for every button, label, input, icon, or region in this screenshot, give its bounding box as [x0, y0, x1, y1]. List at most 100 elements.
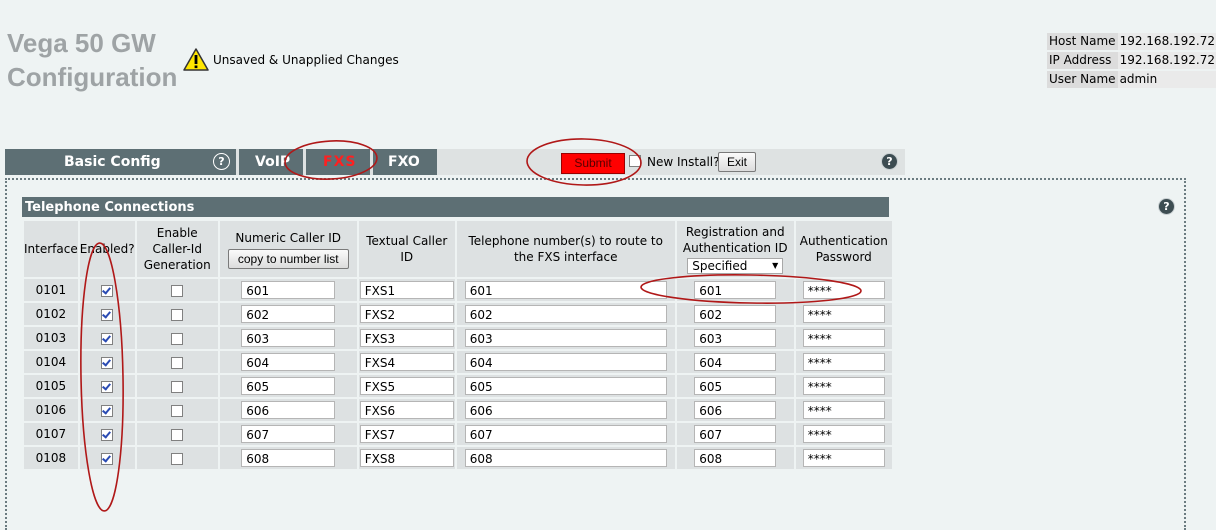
- enabled-checkbox[interactable]: [101, 428, 114, 441]
- tab-fxs-label: FXS: [323, 154, 357, 170]
- page-title: Vega 50 GW Configuration: [7, 28, 178, 92]
- textual-cid-cell: FXS8: [356, 445, 457, 471]
- numeric-caller-id-input[interactable]: 601: [241, 281, 336, 299]
- caller-id-generation-checkbox[interactable]: [171, 452, 184, 465]
- route-number-input[interactable]: 601: [464, 281, 667, 299]
- registration-id-input[interactable]: 602: [694, 305, 777, 323]
- numeric-caller-id-input[interactable]: 606: [241, 401, 336, 419]
- reg-auth-cell: 606: [674, 397, 796, 423]
- caller-id-generation-checkbox[interactable]: [171, 428, 184, 441]
- col-enable-cid: Enable Caller-Id Generation: [134, 219, 220, 279]
- numeric-caller-id-input[interactable]: 608: [241, 449, 336, 467]
- ip-address-value: 192.168.192.72: [1117, 52, 1216, 69]
- textual-caller-id-input[interactable]: FXS6: [359, 401, 454, 419]
- auth-password-input[interactable]: ****: [802, 281, 885, 299]
- col-numeric-cid-label: Numeric Caller ID: [235, 230, 342, 245]
- interface-cell: 0107: [22, 421, 80, 447]
- interface-cell: 0105: [22, 373, 80, 399]
- copy-to-number-list-button[interactable]: copy to number list: [227, 248, 349, 269]
- auth-password-cell: ****: [793, 277, 894, 303]
- auth-password-input[interactable]: ****: [802, 329, 885, 347]
- textual-caller-id-input[interactable]: FXS8: [359, 449, 454, 467]
- caller-id-generation-checkbox[interactable]: [171, 404, 184, 417]
- cid-gen-cell: [134, 325, 220, 351]
- route-number-input[interactable]: 602: [464, 305, 667, 323]
- reg-auth-cell: 602: [674, 301, 796, 327]
- col-numeric-cid: Numeric Caller ID copy to number list: [217, 219, 359, 279]
- route-number-input[interactable]: 607: [464, 425, 667, 443]
- tab-voip[interactable]: VoIP: [239, 149, 303, 175]
- cid-gen-cell: [134, 277, 220, 303]
- auth-password-input[interactable]: ****: [802, 377, 885, 395]
- auth-password-cell: ****: [793, 421, 894, 447]
- caller-id-generation-checkbox[interactable]: [171, 380, 184, 393]
- registration-id-input[interactable]: 601: [694, 281, 777, 299]
- registration-id-input[interactable]: 608: [694, 449, 777, 467]
- auth-password-input[interactable]: ****: [802, 449, 885, 467]
- numeric-cid-cell: 606: [217, 397, 359, 423]
- registration-id-input[interactable]: 606: [694, 401, 777, 419]
- enabled-checkbox[interactable]: [101, 332, 114, 345]
- reg-auth-select[interactable]: Specified ▼: [687, 258, 784, 274]
- enabled-checkbox[interactable]: [101, 452, 114, 465]
- caller-id-generation-checkbox[interactable]: [171, 284, 184, 297]
- auth-password-input[interactable]: ****: [802, 401, 885, 419]
- interface-cell: 0103: [22, 325, 80, 351]
- telephone-connections-table: Interface Enabled? Enable Caller-Id Gene…: [22, 219, 894, 471]
- auth-password-cell: ****: [793, 325, 894, 351]
- auth-password-input[interactable]: ****: [802, 425, 885, 443]
- caller-id-generation-checkbox[interactable]: [171, 356, 184, 369]
- numeric-caller-id-input[interactable]: 602: [241, 305, 336, 323]
- registration-id-input[interactable]: 607: [694, 425, 777, 443]
- col-enable-cid-label: Enable Caller-Id Generation: [143, 226, 211, 272]
- textual-caller-id-input[interactable]: FXS2: [359, 305, 454, 323]
- exit-button[interactable]: Exit: [718, 152, 757, 172]
- textual-caller-id-input[interactable]: FXS7: [359, 425, 454, 443]
- registration-id-input[interactable]: 605: [694, 377, 777, 395]
- enabled-checkbox[interactable]: [101, 308, 114, 321]
- auth-password-input[interactable]: ****: [802, 305, 885, 323]
- table-row: 0107 607 FXS7 607 607 ****: [22, 421, 894, 447]
- route-number-input[interactable]: 605: [464, 377, 667, 395]
- caller-id-generation-checkbox[interactable]: [171, 332, 184, 345]
- textual-caller-id-input[interactable]: FXS4: [359, 353, 454, 371]
- tab-basic-config[interactable]: Basic Config ?: [5, 149, 236, 175]
- route-number-input[interactable]: 603: [464, 329, 667, 347]
- numeric-caller-id-input[interactable]: 604: [241, 353, 336, 371]
- help-icon[interactable]: ?: [881, 153, 898, 170]
- enabled-checkbox[interactable]: [101, 356, 114, 369]
- host-info-table: Host Name 192.168.192.72 IP Address 192.…: [1047, 31, 1216, 90]
- enabled-checkbox[interactable]: [101, 284, 114, 297]
- textual-caller-id-input[interactable]: FXS1: [359, 281, 454, 299]
- numeric-caller-id-input[interactable]: 603: [241, 329, 336, 347]
- enabled-checkbox[interactable]: [101, 404, 114, 417]
- table-row: 0103 603 FXS3 603 603 ****: [22, 325, 894, 351]
- auth-password-input[interactable]: ****: [802, 353, 885, 371]
- help-icon[interactable]: ?: [213, 153, 230, 170]
- tab-fxo[interactable]: FXO: [373, 149, 437, 175]
- registration-id-input[interactable]: 603: [694, 329, 777, 347]
- route-number-input[interactable]: 608: [464, 449, 667, 467]
- ip-address-row: IP Address 192.168.192.72: [1047, 52, 1216, 69]
- registration-id-input[interactable]: 604: [694, 353, 777, 371]
- textual-caller-id-input[interactable]: FXS3: [359, 329, 454, 347]
- route-cell: 608: [454, 445, 677, 471]
- caller-id-generation-checkbox[interactable]: [171, 308, 184, 321]
- enabled-checkbox[interactable]: [101, 380, 114, 393]
- numeric-cid-cell: 607: [217, 421, 359, 447]
- new-install-checkbox[interactable]: [629, 155, 641, 167]
- tab-fxs[interactable]: FXS: [306, 149, 370, 175]
- textual-caller-id-input[interactable]: FXS5: [359, 377, 454, 395]
- route-number-input[interactable]: 604: [464, 353, 667, 371]
- submit-button[interactable]: Submit: [561, 153, 625, 174]
- textual-cid-cell: FXS2: [356, 301, 457, 327]
- warning-icon: [183, 48, 209, 71]
- reg-auth-cell: 604: [674, 349, 796, 375]
- numeric-caller-id-input[interactable]: 607: [241, 425, 336, 443]
- numeric-caller-id-input[interactable]: 605: [241, 377, 336, 395]
- table-row: 0106 606 FXS6 606 606 ****: [22, 397, 894, 423]
- host-name-label: Host Name: [1047, 33, 1118, 50]
- route-number-input[interactable]: 606: [464, 401, 667, 419]
- help-icon[interactable]: ?: [1158, 198, 1175, 215]
- host-name-row: Host Name 192.168.192.72: [1047, 33, 1216, 50]
